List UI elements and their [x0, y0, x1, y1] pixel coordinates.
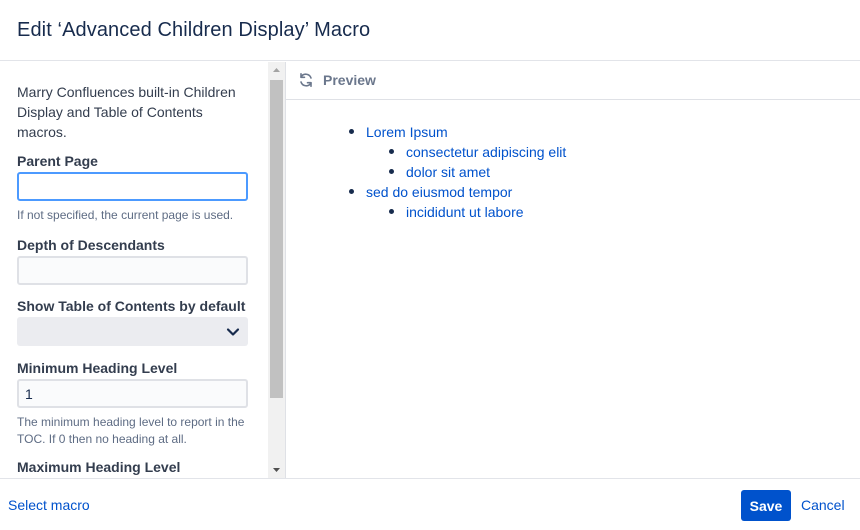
list-item-link[interactable]: incididunt ut labore: [406, 204, 524, 220]
show-toc-label: Show Table of Contents by default: [17, 298, 246, 314]
parent-page-label: Parent Page: [17, 153, 98, 169]
list-item[interactable]: sed do eiusmod tempor incididunt ut labo…: [349, 182, 860, 222]
cancel-link[interactable]: Cancel: [801, 497, 845, 513]
show-toc-select[interactable]: [17, 317, 248, 346]
list-item[interactable]: incididunt ut labore: [389, 202, 860, 222]
min-heading-label: Minimum Heading Level: [17, 360, 178, 376]
macro-description: Marry Confluences built-in Children Disp…: [17, 84, 236, 140]
max-heading-label: Maximum Heading Level: [17, 459, 181, 475]
parent-page-input[interactable]: [17, 172, 248, 201]
min-heading-hint: The minimum heading level to report in t…: [17, 415, 245, 446]
dialog-header: Edit ‘Advanced Children Display’ Macro: [0, 0, 860, 61]
save-button[interactable]: Save: [741, 490, 791, 521]
list-item-link[interactable]: dolor sit amet: [406, 164, 490, 180]
chevron-down-icon: [226, 328, 240, 336]
list-item-link[interactable]: Lorem Ipsum: [366, 124, 448, 140]
scroll-thumb[interactable]: [270, 80, 283, 398]
dialog-footer: Select macro Save Cancel: [0, 478, 860, 530]
list-item[interactable]: dolor sit amet: [389, 162, 860, 182]
macro-form-panel: Marry Confluences built-in Children Disp…: [0, 62, 268, 478]
form-scrollbar[interactable]: [268, 62, 285, 478]
preview-panel: Preview Lorem Ipsum consectetur adipisci…: [285, 62, 860, 478]
preview-content: Lorem Ipsum consectetur adipiscing elit …: [286, 100, 860, 222]
list-item-link[interactable]: sed do eiusmod tempor: [366, 184, 512, 200]
list-item[interactable]: consectetur adipiscing elit: [389, 142, 860, 162]
depth-input[interactable]: [17, 256, 248, 285]
preview-header: Preview: [286, 62, 860, 100]
refresh-icon[interactable]: [298, 72, 314, 88]
list-item[interactable]: Lorem Ipsum consectetur adipiscing elit …: [349, 122, 860, 182]
list-item-link[interactable]: consectetur adipiscing elit: [406, 144, 566, 160]
scroll-up-arrow-icon[interactable]: [268, 62, 285, 78]
dialog-title: Edit ‘Advanced Children Display’ Macro: [17, 19, 371, 41]
select-macro-link[interactable]: Select macro: [8, 497, 90, 513]
preview-title: Preview: [323, 72, 376, 88]
parent-page-hint: If not specified, the current page is us…: [17, 208, 234, 222]
depth-label: Depth of Descendants: [17, 237, 165, 253]
children-list: Lorem Ipsum consectetur adipiscing elit …: [326, 122, 860, 222]
min-heading-input[interactable]: [17, 379, 248, 408]
scroll-down-arrow-icon[interactable]: [268, 462, 285, 478]
